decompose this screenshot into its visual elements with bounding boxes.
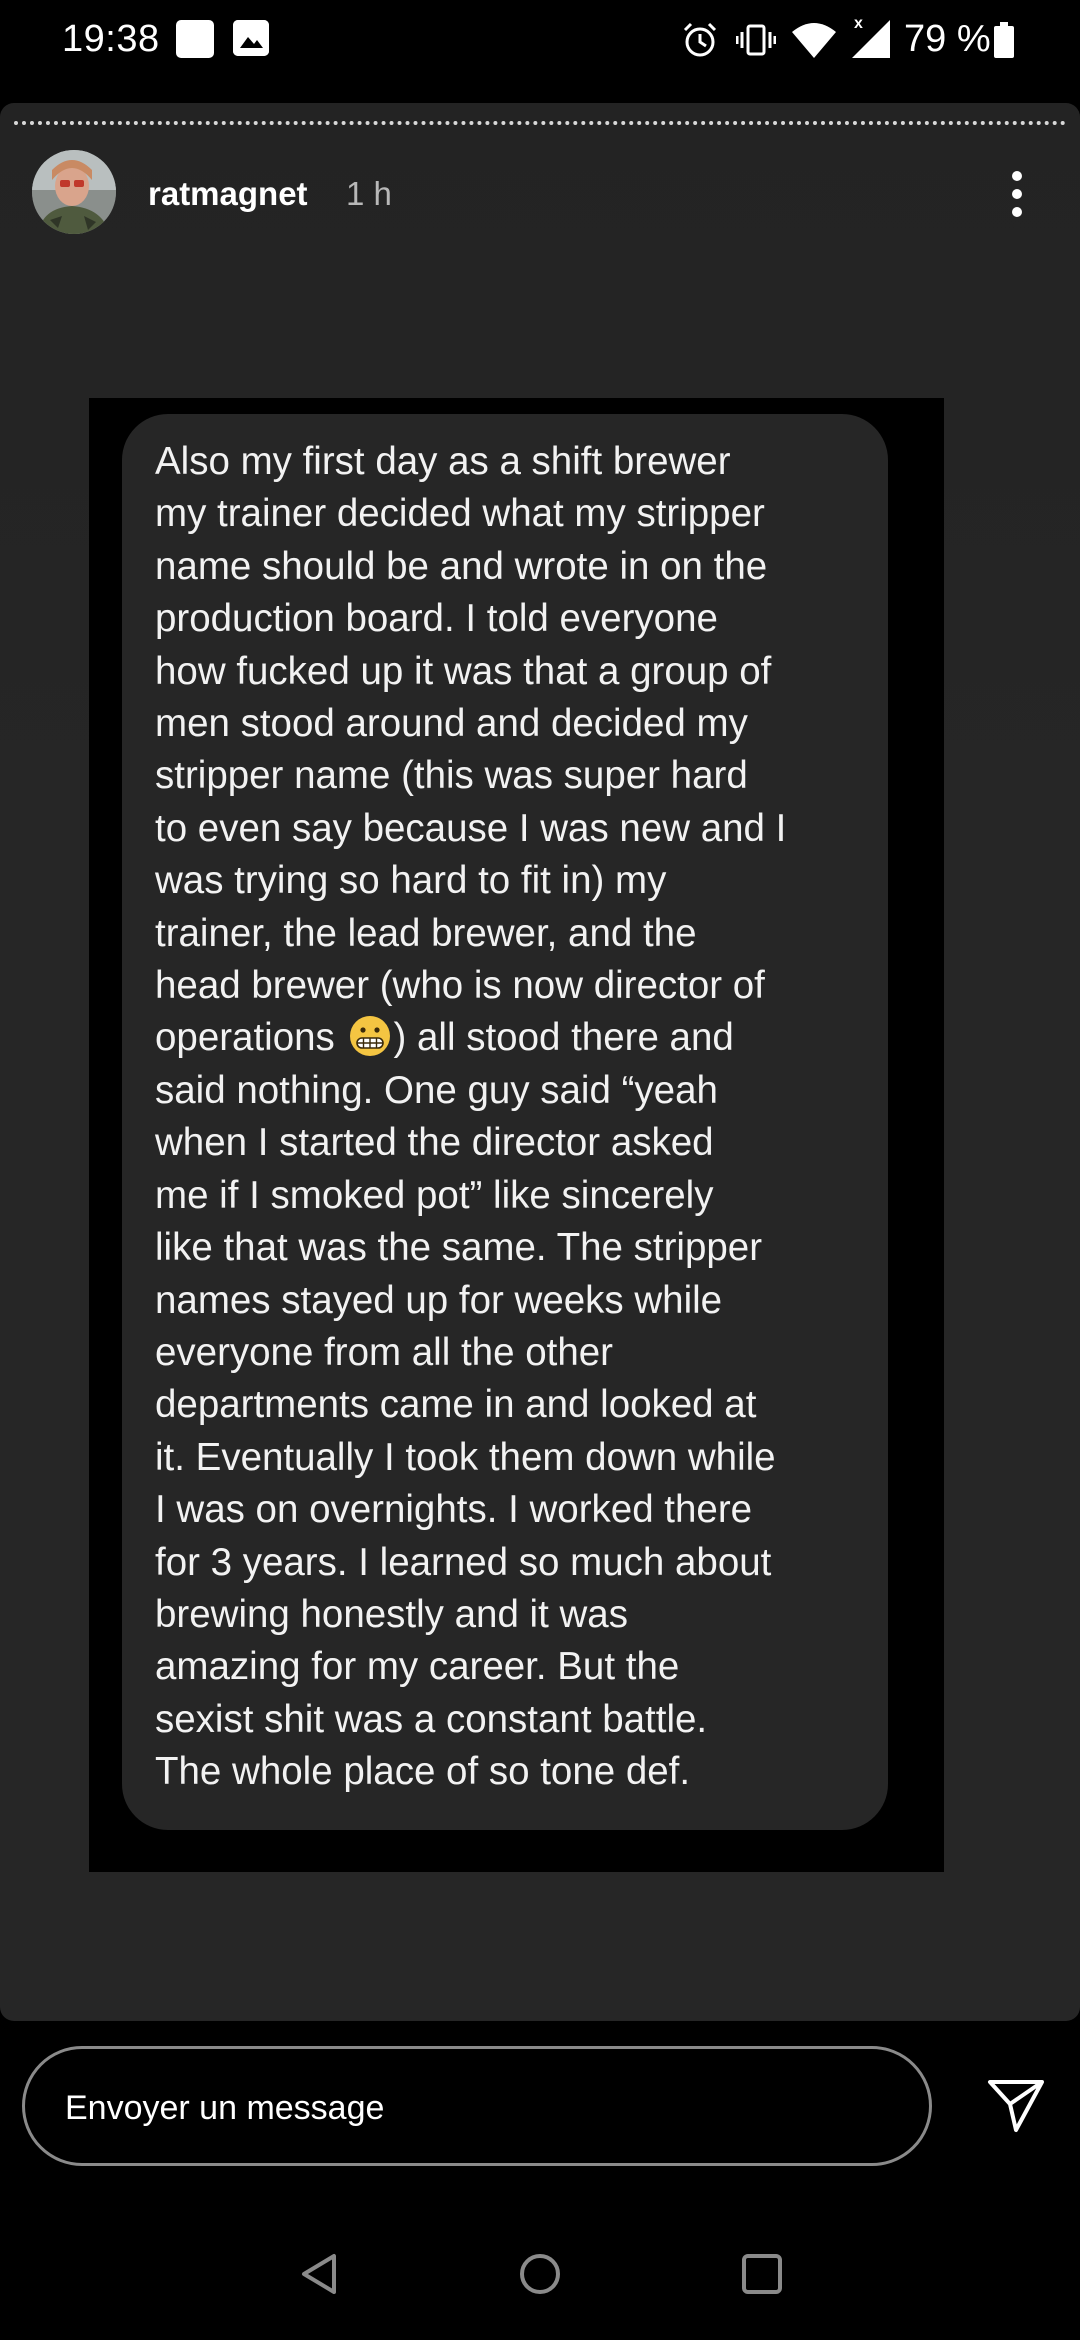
status-time: 19:38 xyxy=(62,18,160,60)
message-line: me if I smoked pot” like sincerely xyxy=(155,1173,714,1217)
grimacing-face-icon xyxy=(348,1014,392,1058)
story-progress-bar xyxy=(14,121,1066,125)
back-icon[interactable] xyxy=(298,2252,342,2301)
message-line: how fucked up it was that a group of xyxy=(155,649,772,693)
svg-text:x: x xyxy=(854,15,863,32)
more-options-button[interactable] xyxy=(1000,165,1036,221)
message-line: when I started the director asked xyxy=(155,1121,714,1165)
message-line: name should be and wrote in on the xyxy=(155,544,768,588)
message-input[interactable]: Envoyer un message xyxy=(22,2046,932,2166)
message-line: for 3 years. I learned so much about xyxy=(155,1540,772,1584)
message-line: names stayed up for weeks while xyxy=(155,1278,723,1322)
status-bar: 19:38 x 79 % xyxy=(0,0,1080,80)
home-icon[interactable] xyxy=(518,2252,562,2301)
message-line: to even say because I was new and I xyxy=(155,806,787,850)
dot-icon xyxy=(1012,207,1022,217)
message-line: head brewer (who is now director of xyxy=(155,964,765,1008)
message-line: stripper name (this was super hard xyxy=(155,754,748,798)
story-timestamp: 1 h xyxy=(346,175,392,212)
message-line: it. Eventually I took them down while xyxy=(155,1435,776,1479)
signal-icon: x xyxy=(850,14,894,65)
message-line-part: ) all stood there and xyxy=(393,1016,734,1060)
message-line: departments came in and looked at xyxy=(155,1383,757,1427)
battery-icon xyxy=(994,22,1014,63)
message-line: was trying so hard to fit in) my xyxy=(155,859,667,903)
message-line: brewing honestly and it was xyxy=(155,1592,628,1636)
message-line: trainer, the lead brewer, and the xyxy=(155,911,697,955)
recents-icon[interactable] xyxy=(740,2252,784,2301)
message-line: sexist shit was a constant battle. xyxy=(155,1697,708,1741)
avatar[interactable] xyxy=(32,150,116,234)
story-username[interactable]: ratmagnet xyxy=(148,175,308,213)
message-line: everyone from all the other xyxy=(155,1330,613,1374)
message-line: production board. I told everyone xyxy=(155,597,718,641)
dot-icon xyxy=(1012,189,1022,199)
vibrate-icon xyxy=(735,20,777,65)
image-icon xyxy=(233,20,269,56)
message-line-part: operations xyxy=(155,1016,335,1060)
message-line-with-emoji: operations ) all stood there and xyxy=(155,1012,875,1064)
notification-square-icon xyxy=(176,20,214,58)
message-line: Also my first day as a shift brewer xyxy=(155,440,731,483)
message-input-placeholder: Envoyer un message xyxy=(65,2089,385,2127)
message-line: my trainer decided what my stripper xyxy=(155,492,765,536)
wifi-icon xyxy=(790,20,838,65)
message-line: said nothing. One guy said “yeah xyxy=(155,1068,718,1112)
message-line: amazing for my career. But the xyxy=(155,1645,680,1689)
battery-percentage: 79 % xyxy=(904,18,991,60)
message-line: The whole place of so tone def. xyxy=(155,1750,691,1794)
message-line: men stood around and decided my xyxy=(155,702,748,746)
message-line: like that was the same. The stripper xyxy=(155,1226,763,1270)
message-text: Also my first day as a shift brewer my t… xyxy=(155,436,875,1799)
dot-icon xyxy=(1012,171,1022,181)
send-icon[interactable] xyxy=(986,2078,1046,2134)
alarm-icon xyxy=(680,20,720,65)
message-line: I was on overnights. I worked there xyxy=(155,1488,753,1532)
